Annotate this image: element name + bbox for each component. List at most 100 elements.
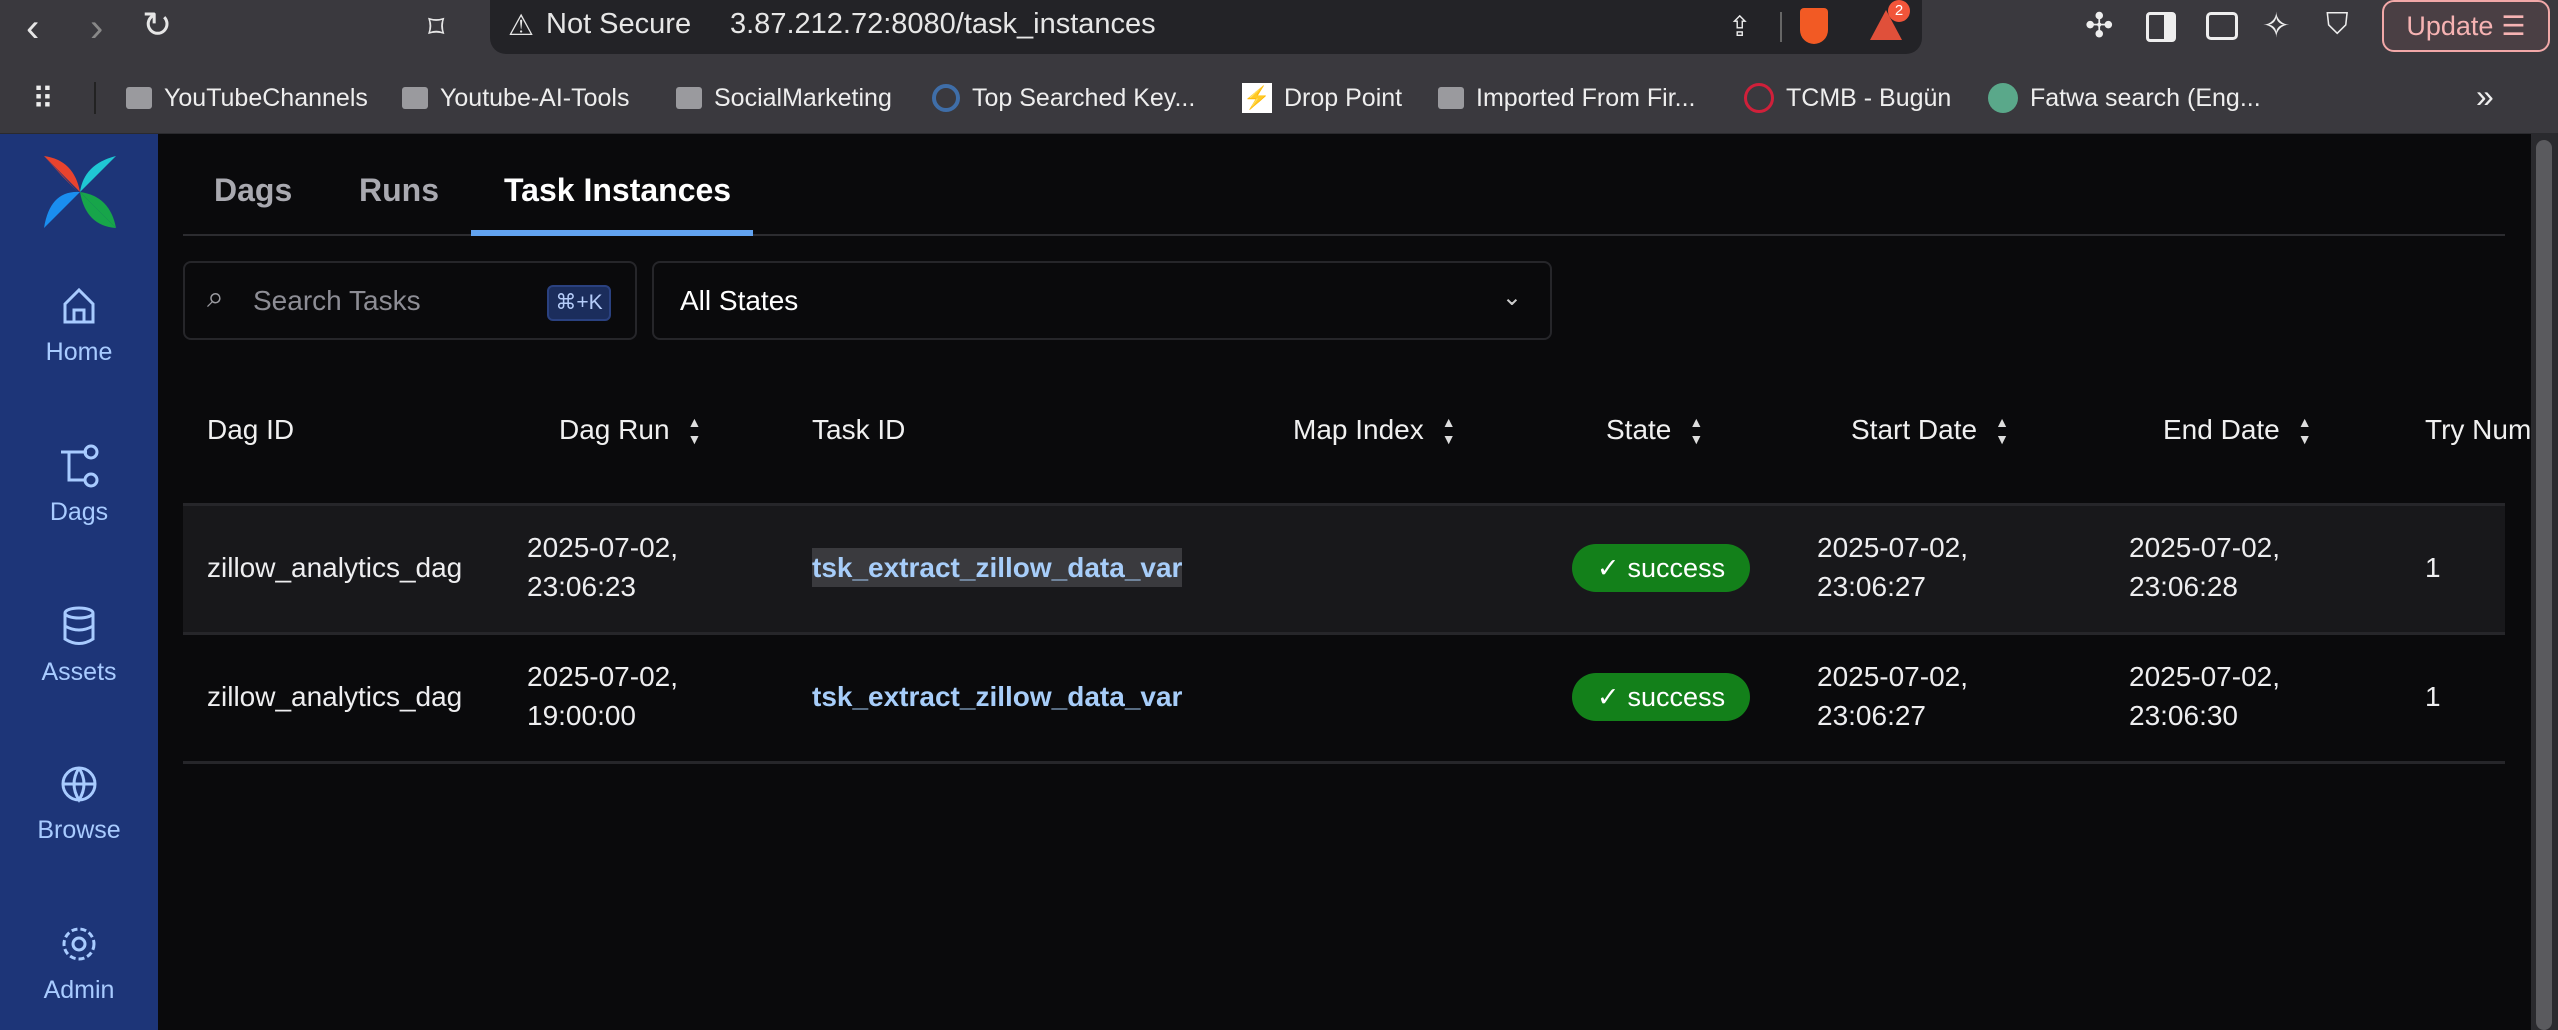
tab-runs[interactable]: Runs — [359, 172, 439, 209]
dag-run-cell[interactable]: 2025-07-02, 19:00:00 — [527, 657, 678, 735]
sidebar-item-dags[interactable]: Dags — [0, 444, 158, 527]
sort-icon[interactable]: ▲ ▼ — [1995, 415, 2009, 446]
dag-id-cell[interactable]: zillow_analytics_dag — [207, 548, 462, 587]
divider — [1780, 12, 1782, 42]
bookmark-label: Fatwa search (Eng... — [2030, 83, 2261, 112]
folder-icon — [126, 87, 152, 109]
sidebar-item-admin[interactable]: Admin — [0, 922, 158, 1005]
bookmark-label: Top Searched Key... — [972, 83, 1196, 112]
sidebar-item-home[interactable]: Home — [0, 284, 158, 367]
bookmark-icon[interactable]: ⌑ — [428, 8, 444, 46]
bookmark-label: Youtube-AI-Tools — [440, 83, 630, 112]
bookmark-tcmb[interactable]: TCMB - Bugün — [1744, 80, 1951, 116]
sort-icon[interactable]: ▲ ▼ — [2298, 415, 2312, 446]
end-time: 23:06:30 — [2129, 700, 2238, 731]
more-bookmarks-icon[interactable]: » — [2476, 78, 2494, 115]
dag-run-time: 19:00:00 — [527, 700, 636, 731]
bookmark-fatwa[interactable]: Fatwa search (Eng... — [1988, 80, 2261, 116]
header-label: Try Num — [2425, 414, 2532, 445]
column-header-try-num[interactable]: Try Num — [2425, 414, 2531, 446]
sort-icon[interactable]: ▲ ▼ — [1442, 415, 1456, 446]
bookmark-imported[interactable]: Imported From Fir... — [1438, 80, 1695, 116]
header-label: State — [1606, 414, 1672, 445]
task-id-link[interactable]: tsk_extract_zillow_data_var — [812, 677, 1182, 716]
brave-shield-icon[interactable] — [1800, 8, 1828, 44]
gear-icon — [62, 927, 96, 961]
vpn-icon[interactable]: ⛉ — [2326, 8, 2349, 42]
table-row[interactable]: zillow_analytics_dag 2025-07-02, 19:00:00… — [183, 632, 2505, 764]
end-date-cell: 2025-07-02, 23:06:30 — [2129, 657, 2280, 735]
column-header-end-date[interactable]: End Date ▲ ▼ — [2163, 414, 2312, 446]
column-header-task-id[interactable]: Task ID — [812, 414, 905, 446]
start-time: 23:06:27 — [1817, 571, 1926, 602]
forward-icon[interactable]: › — [90, 6, 103, 51]
status-label: success — [1627, 681, 1726, 712]
state-filter-value: All States — [680, 285, 799, 316]
chevron-down-icon: ⌄ — [1501, 284, 1522, 311]
dag-run-cell[interactable]: 2025-07-02, 23:06:23 — [527, 528, 678, 606]
try-num-cell: 1 — [2425, 681, 2441, 712]
sort-icon[interactable]: ▲ ▼ — [688, 415, 702, 446]
sidebar-item-browse[interactable]: Browse — [0, 762, 158, 845]
airflow-logo-icon[interactable] — [44, 156, 116, 228]
reload-icon[interactable]: ↻ — [142, 4, 172, 46]
sidebar-label: Dags — [49, 498, 109, 526]
end-time: 23:06:28 — [2129, 571, 2238, 602]
security-label[interactable]: Not Secure — [546, 8, 691, 41]
start-date: 2025-07-02, — [1817, 661, 1969, 692]
sidebar-item-assets[interactable]: Assets — [0, 604, 158, 687]
sidebar-label: Admin — [43, 976, 115, 1004]
bookmark-label: TCMB - Bugün — [1786, 83, 1952, 112]
search-input[interactable]: ⌕ Search Tasks ⌘+K — [183, 261, 637, 340]
bookmark-drop-point[interactable]: ⚡ Drop Point — [1242, 80, 1402, 116]
bookmark-youtube-ai-tools[interactable]: Youtube-AI-Tools — [402, 80, 629, 116]
leo-ai-icon[interactable]: ✧ — [2262, 6, 2291, 46]
sidebar-label: Browse — [37, 816, 121, 844]
bookmark-youtubechannels[interactable]: YouTubeChannels — [126, 80, 368, 116]
task-id-link[interactable]: tsk_extract_zillow_data_var — [812, 548, 1183, 587]
header-label: Task ID — [812, 414, 906, 445]
url-text[interactable]: 3.87.212.72:8080/task_instances — [730, 8, 1156, 41]
back-icon[interactable]: ‹ — [26, 6, 39, 51]
start-date: 2025-07-02, — [1817, 532, 1969, 563]
dag-id-cell[interactable]: zillow_analytics_dag — [207, 677, 462, 716]
sort-icon[interactable]: ▲ ▼ — [1689, 415, 1703, 446]
dag-run-date: 2025-07-02, — [527, 661, 679, 692]
sidebar-label: Home — [45, 338, 113, 366]
column-header-map-index[interactable]: Map Index ▲ ▼ — [1293, 414, 1456, 446]
state-filter-select[interactable]: All States ⌄ — [652, 261, 1552, 340]
bookmark-top-searched[interactable]: Top Searched Key... — [932, 80, 1195, 116]
folder-icon — [402, 87, 428, 109]
sidebar-toggle-icon[interactable] — [2146, 12, 2176, 42]
start-time: 23:06:27 — [1817, 700, 1926, 731]
share-icon[interactable]: ⇪ — [1728, 10, 1751, 43]
column-header-dag-run[interactable]: Dag Run ▲ ▼ — [559, 414, 701, 446]
extensions-icon[interactable]: ✣ — [2085, 6, 2114, 46]
try-num-cell: 1 — [2425, 552, 2441, 583]
bookmark-label: Drop Point — [1284, 83, 1403, 112]
column-header-start-date[interactable]: Start Date ▲ ▼ — [1851, 414, 2009, 446]
table-row[interactable]: zillow_analytics_dag 2025-07-02, 23:06:23… — [183, 503, 2505, 632]
apps-grid-icon[interactable]: ⠿ — [32, 82, 54, 117]
bookmark-label: Imported From Fir... — [1476, 83, 1696, 112]
check-icon: ✓ — [1596, 552, 1620, 583]
start-date-cell: 2025-07-02, 23:06:27 — [1817, 528, 1968, 606]
column-header-dag-id[interactable]: Dag ID — [207, 414, 294, 446]
update-button[interactable]: Update ☰ — [2382, 0, 2550, 52]
header-label: Start Date — [1851, 414, 1978, 445]
address-bar[interactable] — [490, 0, 1922, 54]
site-icon — [1744, 83, 1774, 113]
folder-icon — [676, 87, 702, 109]
tab-task-instances[interactable]: Task Instances — [504, 172, 731, 209]
tab-dags[interactable]: Dags — [214, 172, 292, 209]
bookmark-socialmarketing[interactable]: SocialMarketing — [676, 80, 892, 116]
update-label: Update — [2406, 10, 2494, 41]
header-label: Dag ID — [207, 414, 295, 445]
database-icon — [63, 606, 95, 645]
column-header-state[interactable]: State ▲ ▼ — [1606, 414, 1703, 446]
status-badge: ✓ success — [1572, 673, 1750, 721]
shortcut-badge: ⌘+K — [547, 285, 611, 321]
scrollbar-thumb[interactable] — [2536, 140, 2552, 1030]
wallet-icon[interactable] — [2206, 12, 2238, 40]
end-date-cell: 2025-07-02, 23:06:28 — [2129, 528, 2280, 606]
